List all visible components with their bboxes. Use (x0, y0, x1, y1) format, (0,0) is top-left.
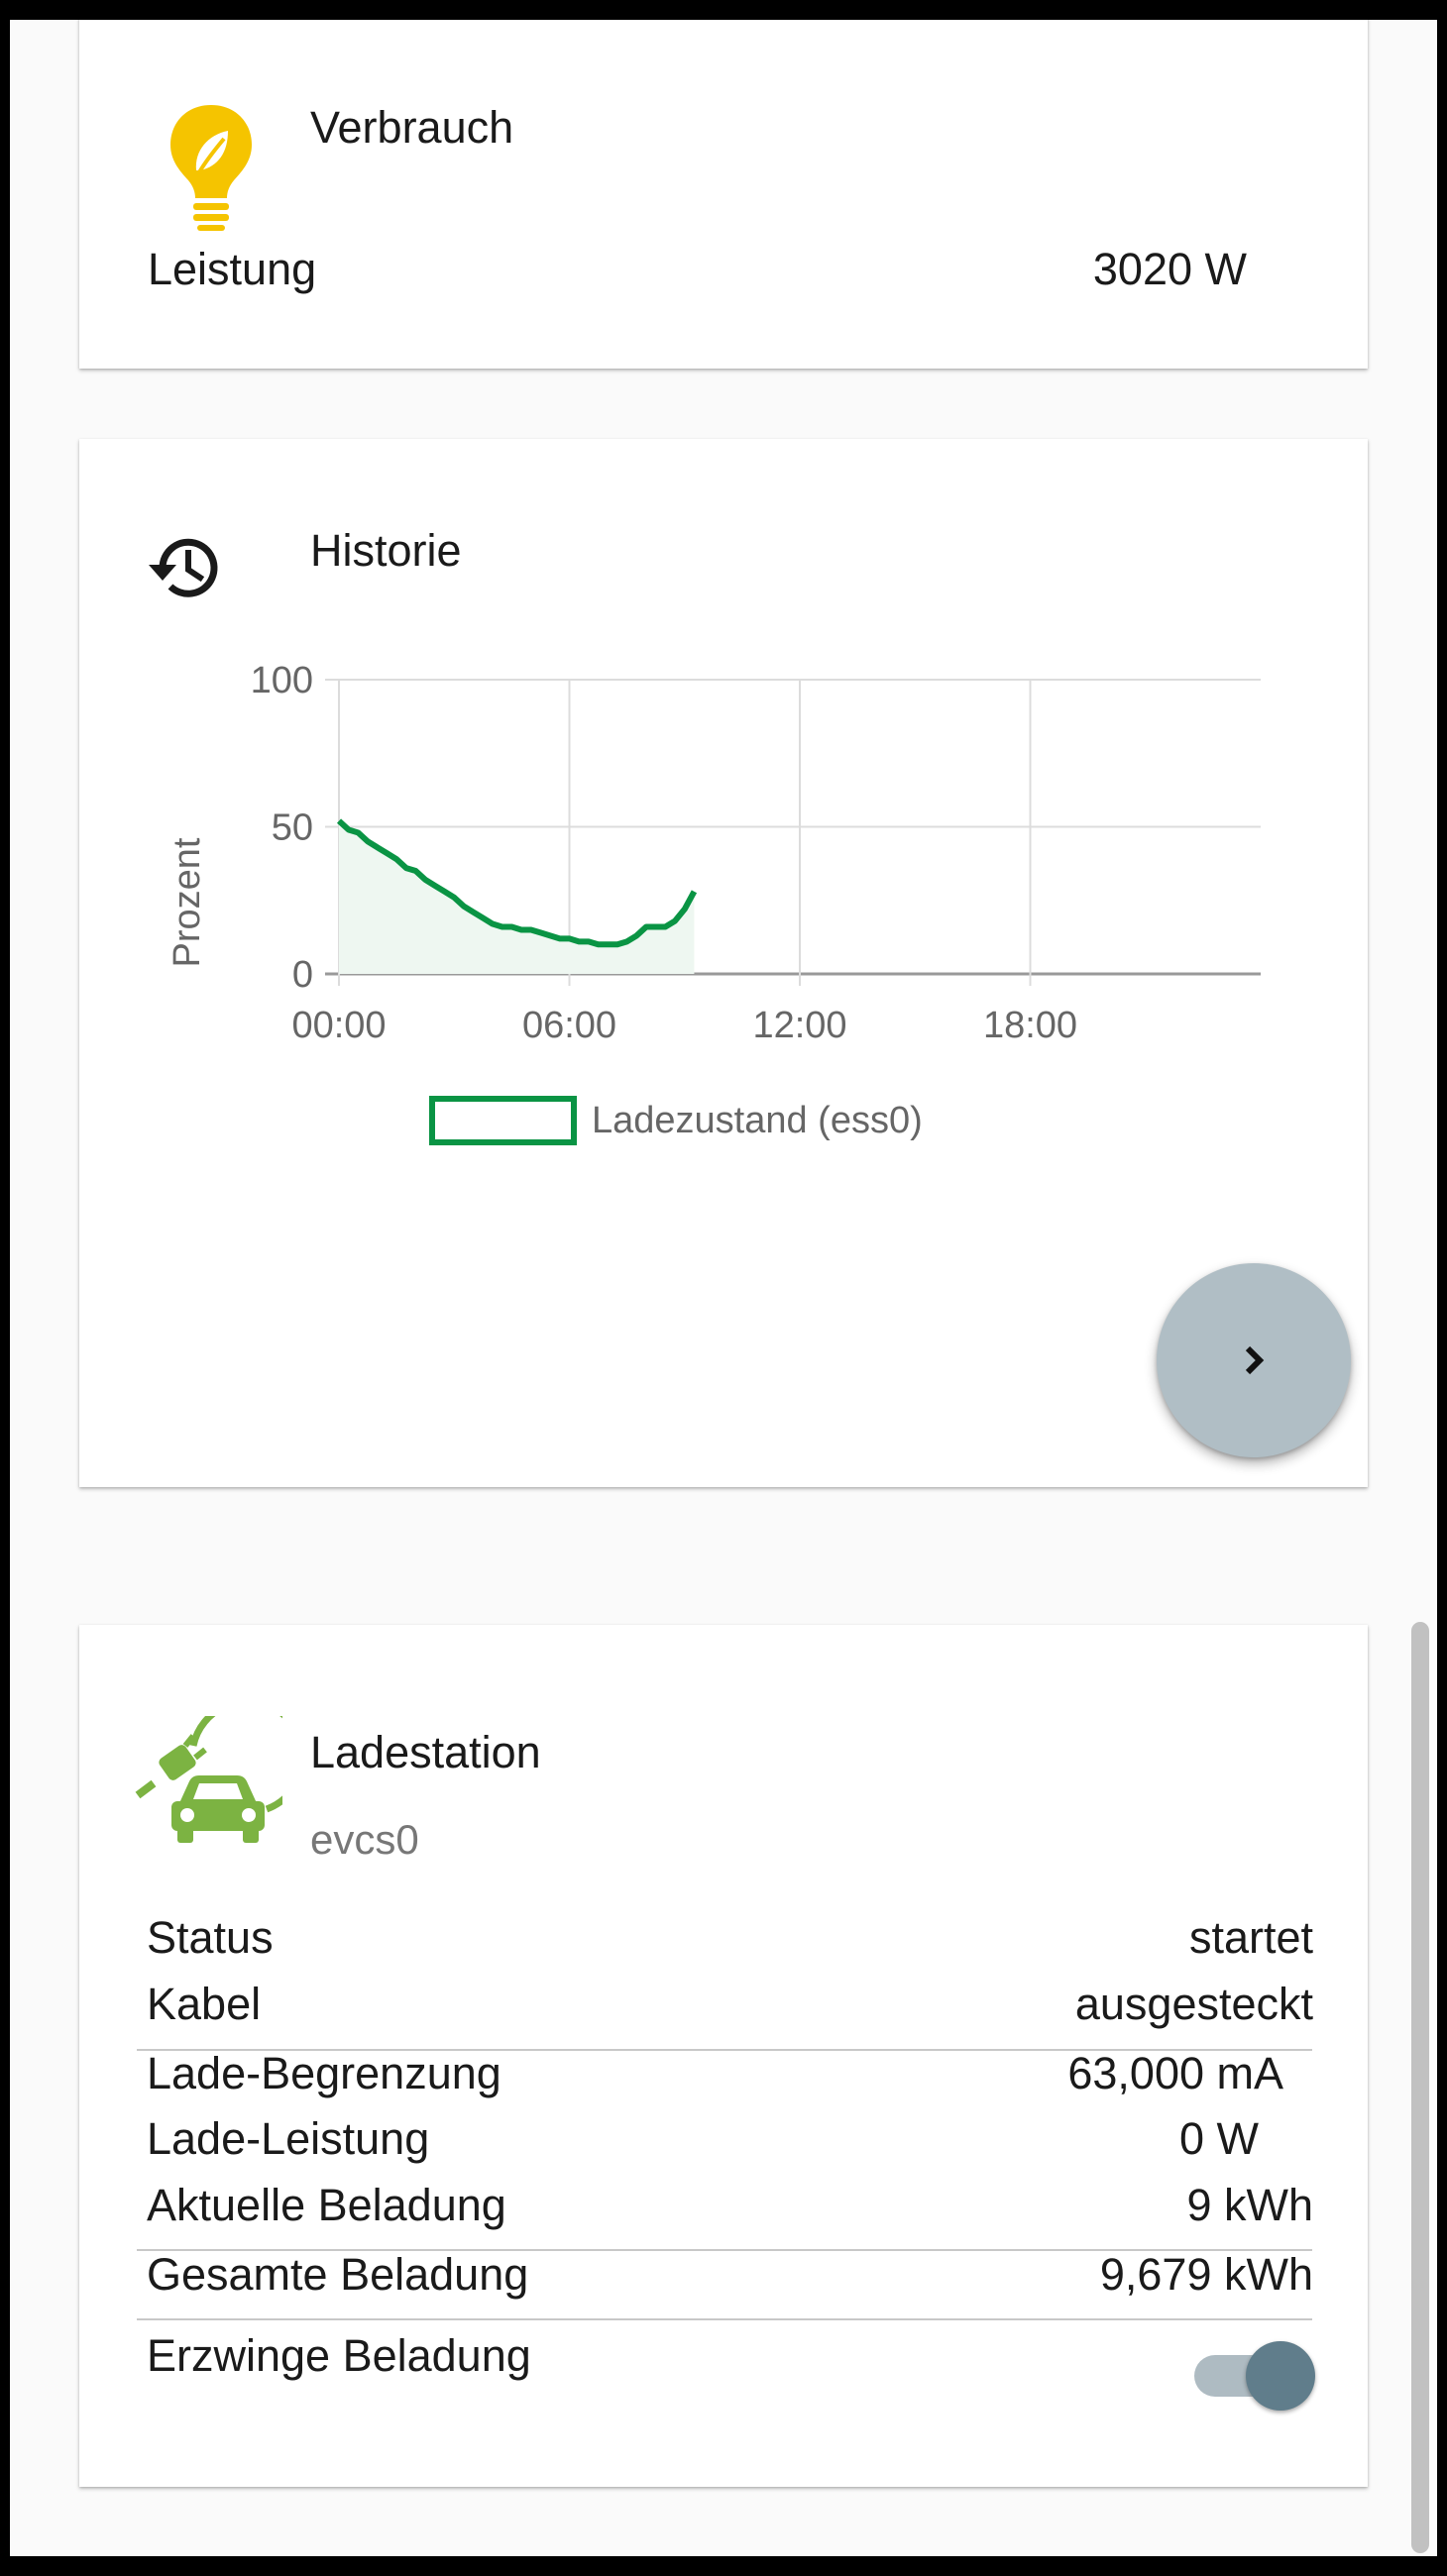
cable-value: ausgesteckt (1074, 1979, 1313, 2029)
legend-label[interactable]: Ladezustand (ess0) (592, 1100, 923, 1141)
row-divider (137, 2318, 1312, 2320)
x-tick-labels: 00:00 06:00 12:00 18:00 (291, 1005, 1077, 1046)
consumption-title: Verbrauch (310, 102, 514, 153)
y-axis-label: Prozent (167, 837, 208, 967)
consumption-card: Verbrauch Leistung 3020 W (79, 20, 1368, 369)
charge-limit-label: Lade-Begrenzung (147, 2048, 501, 2098)
force-charge-toggle-thumb[interactable] (1246, 2341, 1315, 2411)
current-energy-label: Aktuelle Beladung (147, 2180, 506, 2230)
x-tick-label: 00:00 (291, 1005, 386, 1046)
charge-power-value: 0 W (1178, 2113, 1259, 2164)
history-next-button[interactable] (1157, 1263, 1351, 1457)
x-tick-label: 12:00 (752, 1005, 846, 1046)
x-tick-label: 18:00 (983, 1005, 1077, 1046)
status-value: startet (1188, 1912, 1313, 1963)
power-label: Leistung (148, 244, 317, 294)
legend-swatch[interactable] (429, 1096, 577, 1145)
total-energy-label: Gesamte Beladung (147, 2249, 529, 2300)
status-label: Status (147, 1912, 274, 1963)
history-chart: 100 50 0 00:00 06:00 12:00 18:00 Prozent Lade… (167, 660, 1261, 1145)
evcs-card: Ladestation evcs0 Status startet Kabel a… (79, 1625, 1368, 2487)
evcs-subtitle: evcs0 (310, 1816, 419, 1863)
total-energy-value: 9,679 kWh (1099, 2249, 1313, 2300)
y-tick-labels: 100 50 0 (251, 660, 313, 996)
ev-charging-car-icon (135, 1716, 282, 1843)
current-energy-value: 9 kWh (1186, 2180, 1313, 2230)
force-charge-label: Erzwinge Beladung (147, 2330, 531, 2381)
app-screen: Verbrauch Leistung 3020 W Historie 100 50… (10, 20, 1437, 2556)
scrollbar[interactable] (1411, 1622, 1429, 2553)
cable-label: Kabel (147, 1979, 262, 2029)
series-area (339, 820, 695, 974)
power-value: 3020 W (1092, 244, 1247, 294)
y-tick-label: 0 (292, 954, 313, 996)
charge-limit-value: 63,000 mA (1067, 2048, 1283, 2098)
lightbulb-leaf-icon (170, 105, 252, 231)
history-card: Historie 100 50 0 00:00 06:00 12:00 18:00 Pro… (79, 439, 1368, 1487)
y-tick-label: 50 (272, 807, 313, 849)
charge-power-label: Lade-Leistung (147, 2113, 430, 2164)
chevron-right-icon (1245, 1345, 1265, 1375)
x-tick-label: 06:00 (522, 1005, 616, 1046)
evcs-title: Ladestation (310, 1727, 541, 1777)
y-tick-label: 100 (251, 660, 313, 701)
